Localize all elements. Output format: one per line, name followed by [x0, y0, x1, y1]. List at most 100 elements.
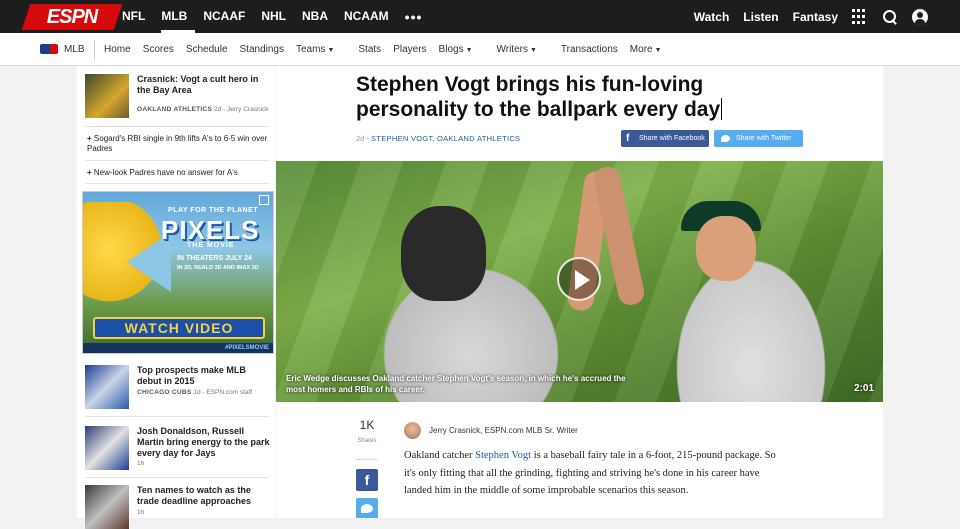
- nav-ncaaf[interactable]: NCAAF: [203, 0, 253, 33]
- story-time: 1h: [137, 509, 145, 516]
- subnav-stats[interactable]: Stats: [358, 44, 381, 55]
- watch-link[interactable]: Watch: [694, 10, 730, 24]
- lead-story-thumbnail[interactable]: [85, 74, 129, 118]
- listen-link[interactable]: Listen: [743, 10, 778, 24]
- chevron-down-icon: ▼: [529, 47, 537, 54]
- divider: [85, 183, 269, 184]
- nav-ncaam[interactable]: NCAAM: [344, 0, 397, 33]
- play-icon[interactable]: [557, 257, 601, 301]
- tag-stephen-vogt[interactable]: STEPHEN VOGT,: [371, 134, 435, 143]
- user-icon[interactable]: [912, 8, 928, 25]
- lead-story-time: 2d - Jerry Crasnick: [213, 106, 269, 113]
- text-cursor: [721, 98, 723, 120]
- story-title[interactable]: Top prospects make MLB debut in 2015: [137, 365, 271, 387]
- article-body: Oakland catcher Stephen Vogt is a baseba…: [404, 447, 776, 500]
- author-avatar[interactable]: [404, 422, 421, 439]
- right-nav: Watch Listen Fantasy: [694, 0, 960, 33]
- chevron-down-icon: ▼: [654, 47, 662, 54]
- body-text: Oakland catcher: [404, 450, 476, 461]
- divider: [85, 126, 269, 127]
- subnav-scores[interactable]: Scores: [143, 44, 174, 55]
- subnav-home[interactable]: Home: [104, 44, 131, 55]
- video-caption: Eric Wedge discusses Oakland catcher Ste…: [286, 374, 626, 394]
- subnav-more-label: More: [629, 44, 653, 55]
- ad-formats: IN 3D, REALD 3D AND IMAX 3D: [177, 265, 259, 271]
- chevron-down-icon: ▼: [465, 47, 473, 54]
- subnav-standings[interactable]: Standings: [240, 44, 284, 55]
- story-title[interactable]: Ten names to watch as the trade deadline…: [137, 485, 271, 507]
- share-divider: [356, 459, 378, 460]
- league-name[interactable]: MLB: [64, 44, 85, 55]
- story-time: 1h: [137, 460, 145, 467]
- subnav-teams-label: Teams: [296, 44, 326, 55]
- catcher-mask: [401, 206, 486, 301]
- subnav-blogs-label: Blogs: [438, 44, 464, 55]
- subnav-writers[interactable]: Writers ▼: [497, 44, 549, 55]
- lead-story-tag[interactable]: OAKLAND ATHLETICS: [137, 106, 212, 113]
- ad-tagline: PLAY FOR THE PLANET: [168, 207, 259, 214]
- story-meta: 1h: [137, 460, 144, 467]
- facebook-icon[interactable]: f: [356, 469, 378, 491]
- sports-nav: NFL MLB NCAAF NHL NBA NCAAM •••: [122, 0, 422, 33]
- subnav-divider: [94, 40, 95, 60]
- chevron-down-icon: ▼: [327, 47, 335, 54]
- story-thumbnail[interactable]: [85, 426, 129, 470]
- related-link-1[interactable]: Sogard's RBI single in 9th lifts A's to …: [87, 134, 271, 154]
- story-thumbnail[interactable]: [85, 485, 129, 529]
- story-title[interactable]: Josh Donaldson, Russell Martin bring ene…: [137, 426, 271, 459]
- body-link-stephen-vogt[interactable]: Stephen Vogt: [475, 450, 531, 461]
- twitter-icon[interactable]: [356, 498, 378, 518]
- fantasy-link[interactable]: Fantasy: [793, 10, 838, 24]
- nav-mlb[interactable]: MLB: [161, 0, 196, 33]
- divider: [85, 160, 269, 161]
- author-name[interactable]: Jerry Crasnick, ESPN.com MLB Sr. Writer: [429, 426, 578, 435]
- nav-nfl[interactable]: NFL: [122, 0, 153, 33]
- ad-date: IN THEATERS JULY 24: [177, 255, 252, 262]
- article-byline: 2d - STEPHEN VOGT, OAKLAND ATHLETICS: [356, 134, 520, 143]
- tag-oakland-athletics[interactable]: OAKLAND ATHLETICS: [437, 134, 520, 143]
- related-link-2[interactable]: New-look Padres have no answer for A's: [87, 168, 271, 178]
- mlb-logo-icon[interactable]: [40, 44, 58, 54]
- subnav-teams[interactable]: Teams ▼: [296, 44, 346, 55]
- story-meta: CHICAGO CUBS 1d - ESPN.com staff: [137, 389, 252, 396]
- subnav-links: Home Scores Schedule Standings Teams ▼ St…: [104, 33, 686, 66]
- subnav-blogs[interactable]: Blogs ▼: [439, 44, 485, 55]
- share-count: 1K Shares: [356, 418, 378, 444]
- share-twitter-button[interactable]: Share with Twitter: [714, 130, 803, 147]
- subnav-writers-label: Writers: [496, 44, 528, 55]
- byline-time: 2d -: [356, 134, 369, 143]
- grid-icon[interactable]: [852, 8, 868, 25]
- share-count-number: 1K: [359, 418, 375, 432]
- article-headline: Stephen Vogt brings his fun-loving perso…: [356, 72, 816, 122]
- article-main: Stephen Vogt brings his fun-loving perso…: [276, 66, 883, 518]
- pitcher-head: [696, 216, 756, 281]
- nav-nhl[interactable]: NHL: [261, 0, 294, 33]
- headline-text: Stephen Vogt brings his fun-loving perso…: [356, 73, 721, 121]
- subnav-transactions[interactable]: Transactions: [561, 44, 618, 55]
- subnav-schedule[interactable]: Schedule: [186, 44, 228, 55]
- ad-hashtag: #PIXELSMOVIE: [224, 345, 269, 351]
- sub-nav: MLB Home Scores Schedule Standings Teams…: [0, 33, 960, 66]
- story-time: 1d - ESPN.com staff: [193, 389, 253, 396]
- story-thumbnail[interactable]: [85, 365, 129, 409]
- subnav-players[interactable]: Players: [393, 44, 426, 55]
- divider: [85, 477, 269, 478]
- share-count-label: Shares: [357, 438, 377, 444]
- search-icon[interactable]: [882, 9, 898, 25]
- story-tag[interactable]: CHICAGO CUBS: [137, 389, 192, 396]
- story-meta: 1h: [137, 509, 144, 516]
- ad-choices-icon[interactable]: [259, 195, 269, 205]
- pixels-ad-banner[interactable]: PLAY FOR THE PLANET PIXELS THE MOVIE IN …: [82, 191, 274, 354]
- author-block[interactable]: Jerry Crasnick, ESPN.com MLB Sr. Writer: [404, 422, 578, 439]
- lead-story-meta: OAKLAND ATHLETICS 2d - Jerry Crasnick: [137, 106, 277, 113]
- share-facebook-button[interactable]: Share with Facebook: [621, 130, 709, 147]
- watch-video-button[interactable]: WATCH VIDEO: [93, 317, 265, 339]
- lead-story-title[interactable]: Crasnick: Vogt a cult hero in the Bay Ar…: [137, 74, 271, 96]
- video-player[interactable]: Eric Wedge discusses Oakland catcher Ste…: [276, 161, 883, 402]
- more-sports-button[interactable]: •••: [405, 2, 423, 32]
- subnav-more[interactable]: More ▼: [630, 44, 674, 55]
- espn-logo[interactable]: ESPN: [21, 4, 123, 30]
- nav-nba[interactable]: NBA: [302, 0, 336, 33]
- top-nav: ESPN NFL MLB NCAAF NHL NBA NCAAM ••• Wat…: [0, 0, 960, 33]
- video-duration: 2:01: [853, 383, 874, 394]
